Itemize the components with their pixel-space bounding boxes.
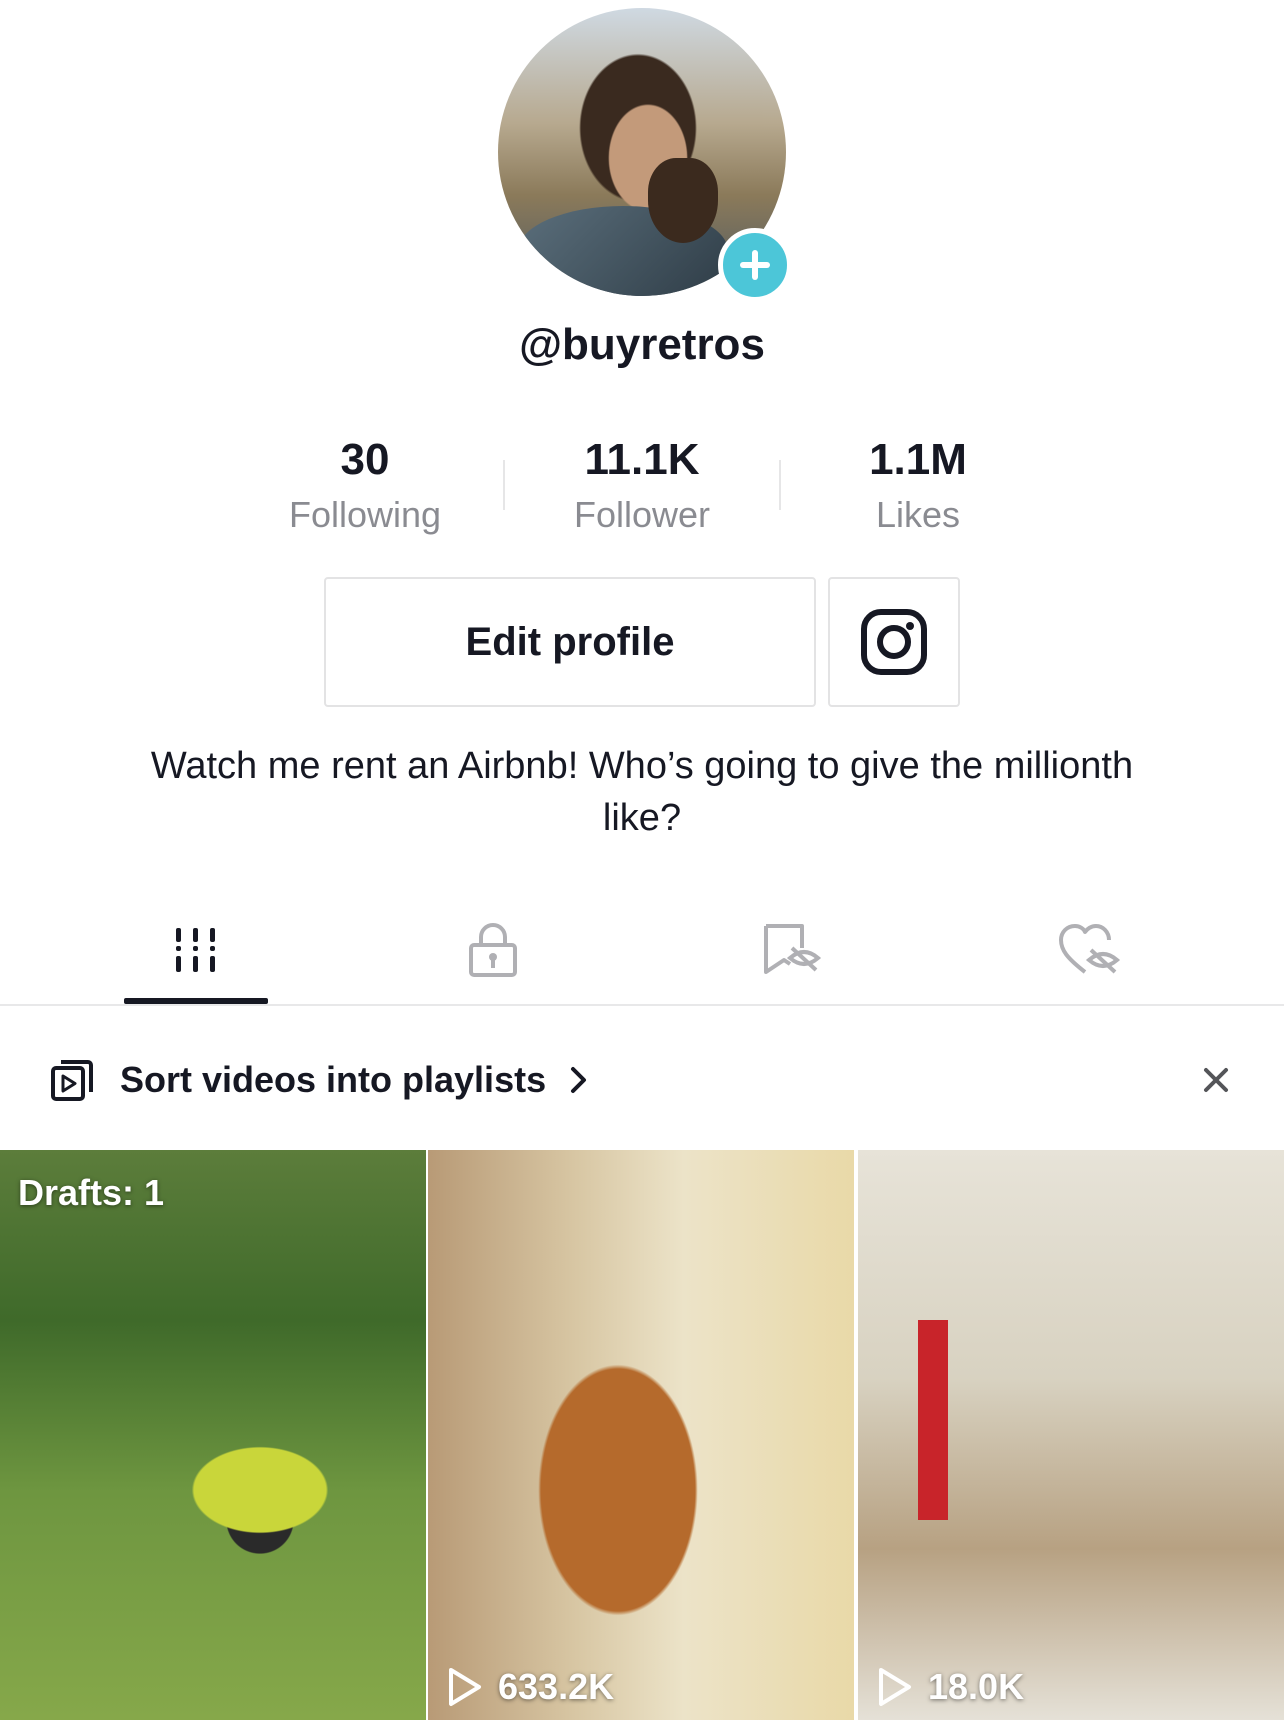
- stat-follower[interactable]: 11.1K Follower: [532, 432, 752, 540]
- add-avatar-button[interactable]: [718, 228, 792, 302]
- tab-private[interactable]: [428, 910, 558, 990]
- close-banner-button[interactable]: [1196, 1060, 1236, 1100]
- heart-hidden-icon: [1059, 924, 1121, 974]
- stat-following-label: Following: [288, 494, 442, 535]
- chevron-right-icon: [571, 1067, 587, 1093]
- stat-follower-label: Follower: [573, 494, 711, 535]
- stat-likes[interactable]: 1.1M Likes: [808, 432, 1028, 540]
- stat-divider: [779, 460, 781, 510]
- view-count: 633.2K: [446, 1666, 614, 1708]
- playlist-icon: [50, 1058, 94, 1102]
- playlist-banner-link[interactable]: Sort videos into playlists: [120, 1054, 590, 1106]
- bio: Watch me rent an Airbnb! Who’s going to …: [150, 745, 1134, 839]
- playlist-banner-text: Sort videos into playlists: [120, 1059, 547, 1100]
- tab-saved[interactable]: [726, 910, 856, 990]
- tab-videos[interactable]: [131, 910, 261, 990]
- stat-likes-label: Likes: [875, 494, 961, 535]
- stat-follower-value: 11.1K: [584, 435, 700, 484]
- play-icon: [449, 1668, 481, 1706]
- video-thumbnail[interactable]: 633.2K: [428, 1150, 854, 1720]
- stat-divider: [503, 460, 505, 510]
- edit-profile-button[interactable]: Edit profile: [324, 577, 816, 707]
- stat-following-value: 30: [340, 435, 390, 484]
- tab-liked[interactable]: [1024, 910, 1154, 990]
- video-thumbnail[interactable]: 18.0K: [858, 1150, 1284, 1720]
- play-icon: [879, 1668, 911, 1706]
- bookmark-hidden-icon: [764, 924, 822, 974]
- instagram-button[interactable]: [828, 577, 960, 707]
- avatar-beard: [648, 158, 718, 243]
- drafts-label: Drafts: 1: [18, 1172, 165, 1213]
- stat-following[interactable]: 30 Following: [255, 432, 475, 540]
- lock-icon: [469, 923, 517, 977]
- username: @buyretros: [519, 320, 765, 369]
- view-count-value: 633.2K: [498, 1666, 615, 1707]
- view-count: 18.0K: [876, 1666, 1024, 1708]
- grid-icon: [176, 928, 215, 972]
- close-icon: [1204, 1068, 1228, 1092]
- tabs-divider: [0, 1004, 1284, 1006]
- video-thumbnail-drafts[interactable]: Drafts: 1: [0, 1150, 426, 1720]
- instagram-icon: [861, 609, 927, 675]
- view-count-value: 18.0K: [928, 1666, 1025, 1707]
- plus-icon: [740, 250, 770, 280]
- stat-likes-value: 1.1M: [869, 435, 967, 484]
